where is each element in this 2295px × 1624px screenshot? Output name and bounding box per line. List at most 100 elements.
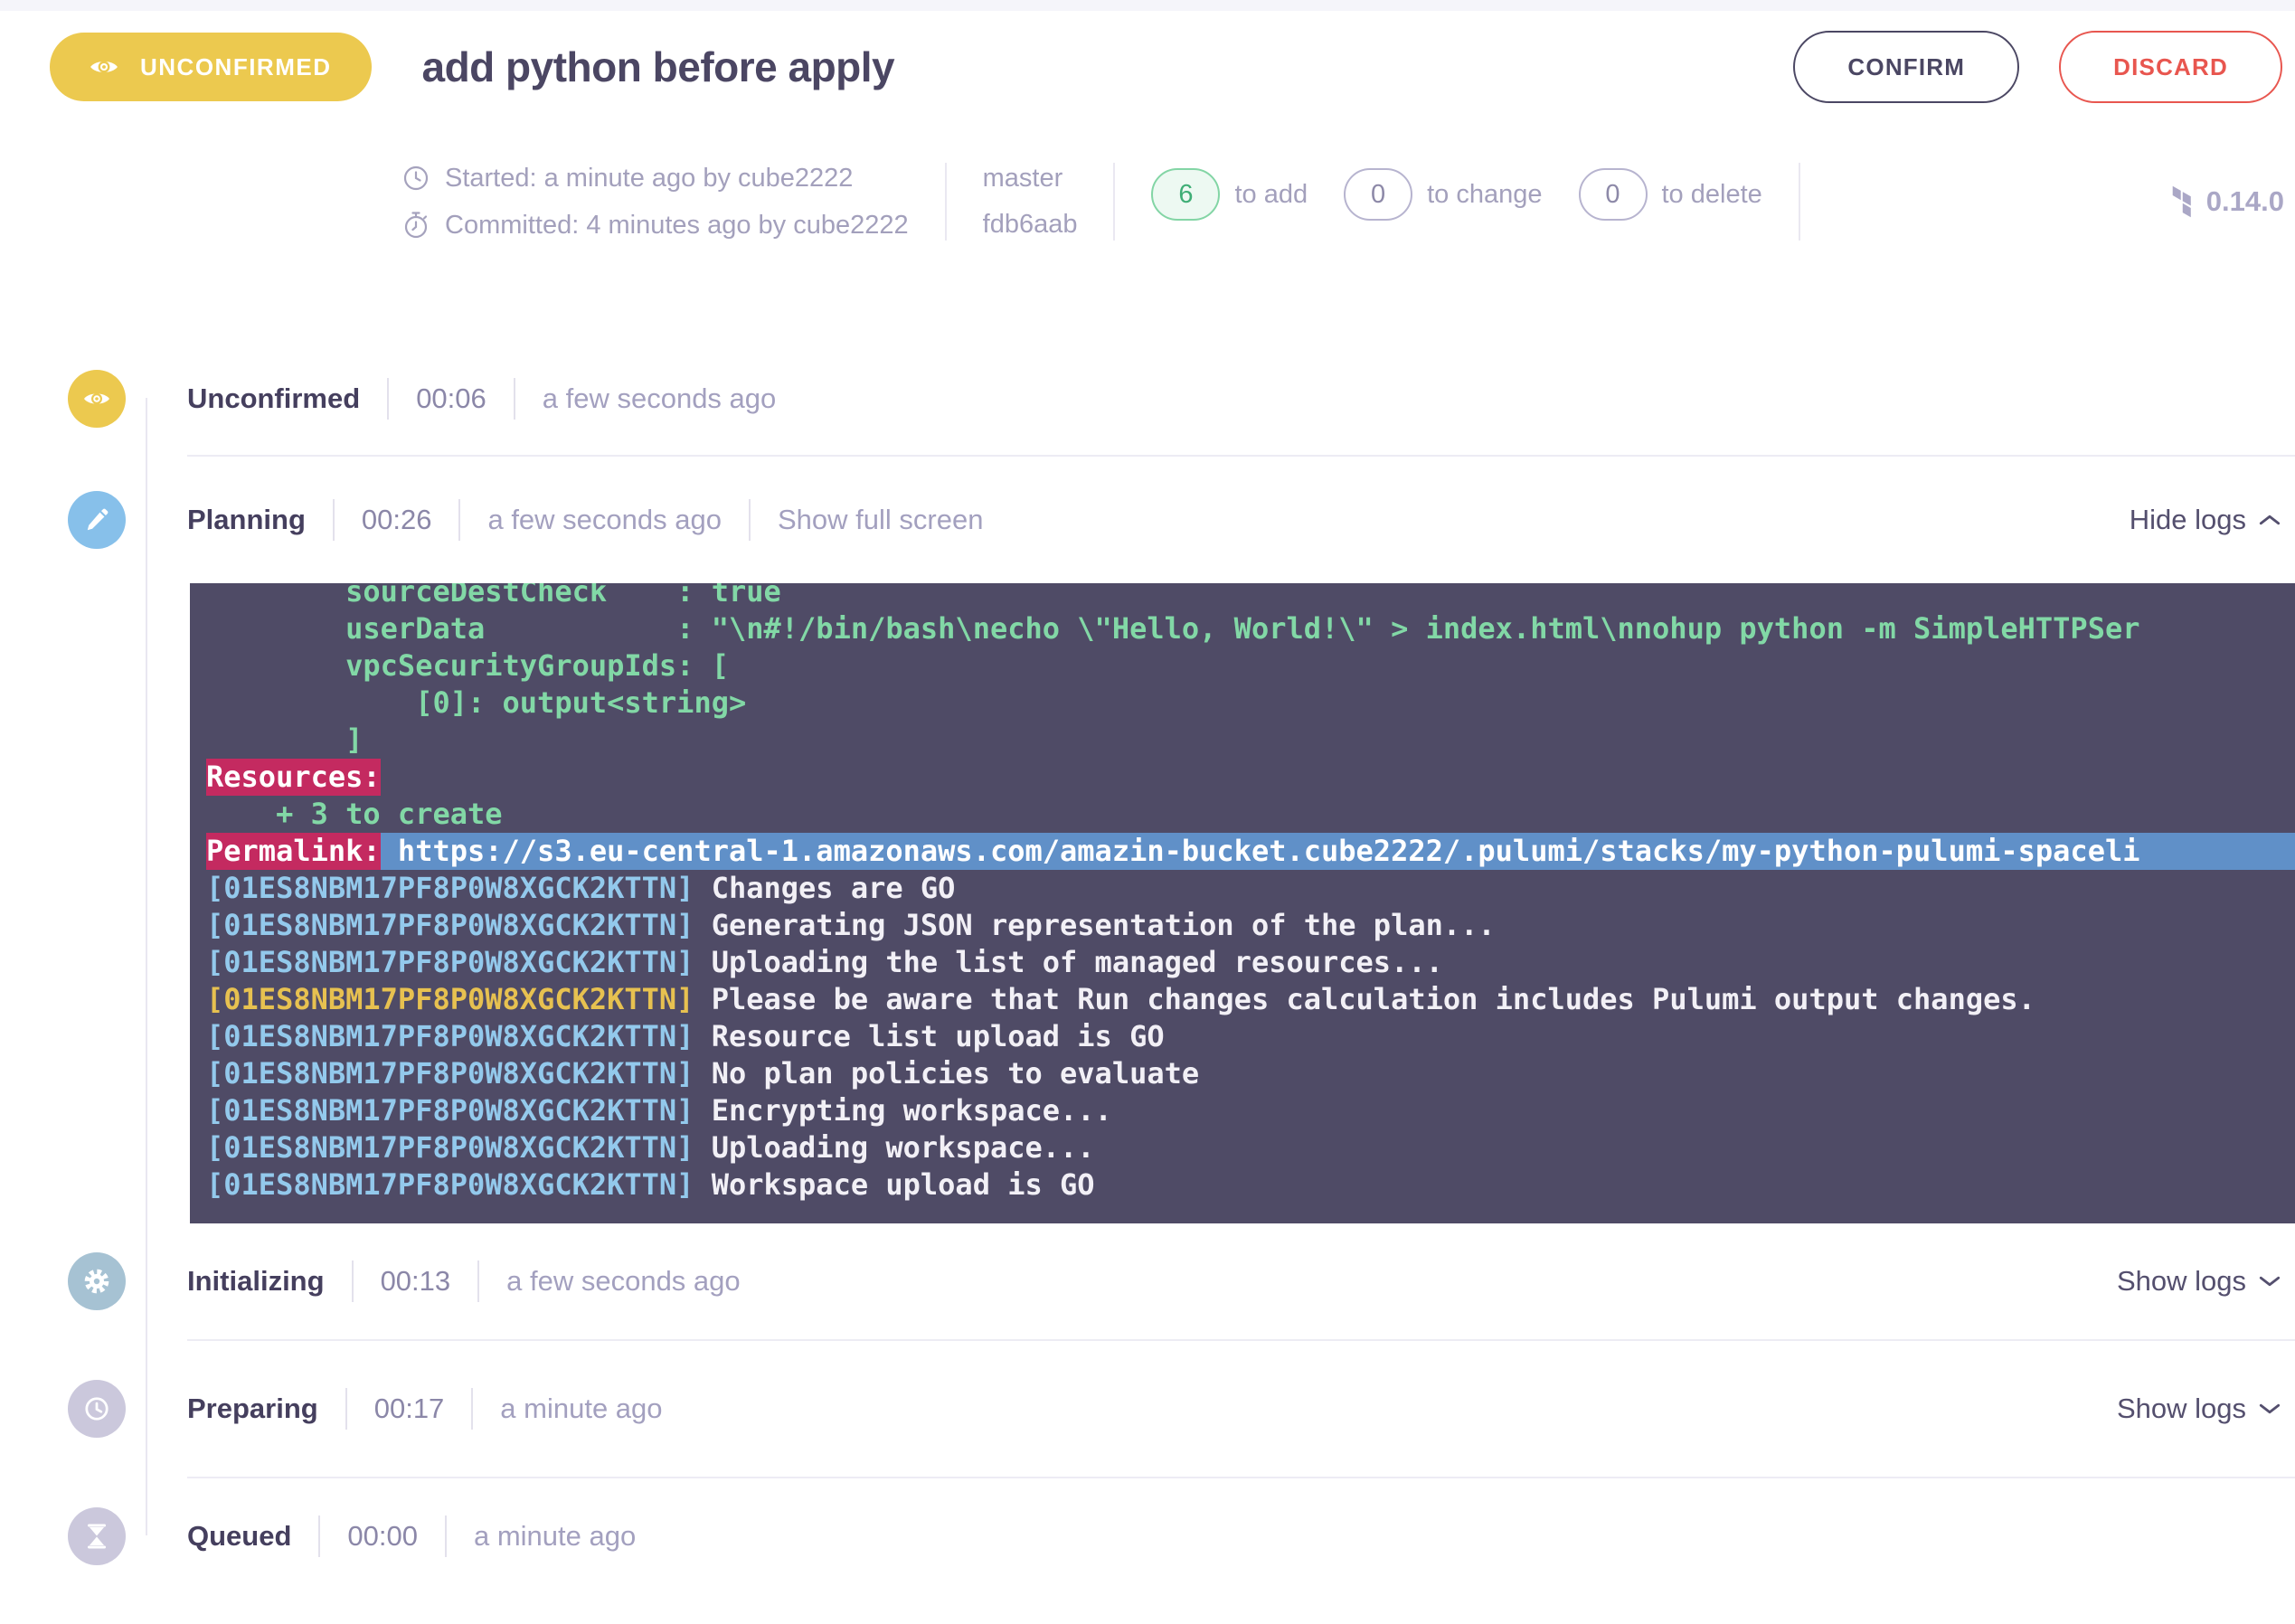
divider xyxy=(471,1388,473,1430)
log-text: Changes are GO xyxy=(694,870,955,907)
show-logs-label: Show logs xyxy=(2117,1265,2246,1298)
log-run-id: [01ES8NBM17PF8P0W8XGCK2KTTN] xyxy=(206,907,694,944)
to-change-count: 0 to change xyxy=(1344,168,1542,221)
stage-duration: 00:06 xyxy=(416,382,486,415)
terraform-version-text: 0.14.0 xyxy=(2206,185,2284,218)
log-line: [01ES8NBM17PF8P0W8XGCK2KTTN] Uploading t… xyxy=(206,944,2295,981)
stage-duration: 00:00 xyxy=(347,1520,418,1553)
eye-icon xyxy=(90,56,118,78)
log-text: sourceDestCheck : true xyxy=(206,583,781,610)
divider xyxy=(1113,163,1115,241)
divider xyxy=(352,1260,354,1302)
log-line: vpcSecurityGroupIds: [ xyxy=(206,647,2295,685)
stage-timestamp: a minute ago xyxy=(500,1393,662,1425)
meta-times: Started: a minute ago by cube2222 Commit… xyxy=(401,163,909,241)
run-meta: Started: a minute ago by cube2222 Commit… xyxy=(401,163,2288,241)
show-logs-toggle[interactable]: Show logs xyxy=(2117,1393,2281,1425)
log-run-id: [01ES8NBM17PF8P0W8XGCK2KTTN] xyxy=(206,944,694,981)
chevron-up-icon xyxy=(2259,514,2281,526)
delete-count-label: to delete xyxy=(1662,180,1762,210)
permalink-link[interactable]: https://s3.eu-central-1.amazonaws.com/am… xyxy=(381,833,2295,870)
chevron-down-icon xyxy=(2259,1402,2281,1415)
log-line: [01ES8NBM17PF8P0W8XGCK2KTTN] Generating … xyxy=(206,907,2295,944)
started-text: Started: a minute ago by cube2222 xyxy=(445,164,853,194)
eye-icon xyxy=(68,370,126,428)
divider xyxy=(749,499,751,541)
chevron-down-icon xyxy=(2259,1275,2281,1288)
committed-text: Committed: 4 minutes ago by cube2222 xyxy=(445,211,909,241)
stage-name: Queued xyxy=(187,1520,291,1553)
hide-logs-toggle[interactable]: Hide logs xyxy=(2130,504,2281,536)
show-full-screen-link[interactable]: Show full screen xyxy=(778,504,983,536)
header-buttons: CONFIRM DISCARD xyxy=(1793,31,2282,103)
branch-name[interactable]: master xyxy=(983,164,1063,194)
stage-duration: 00:26 xyxy=(362,504,432,536)
stage-row-planning: Planning 00:26 a few seconds ago Show fu… xyxy=(50,457,2295,583)
divider xyxy=(387,378,389,420)
stage-timestamp: a few seconds ago xyxy=(543,382,777,415)
log-text: Uploading the list of managed resources.… xyxy=(694,944,1442,981)
confirm-button[interactable]: CONFIRM xyxy=(1793,31,2019,103)
divider xyxy=(333,499,335,541)
divider xyxy=(345,1388,347,1430)
log-line: [0]: output<string> xyxy=(206,685,2295,722)
page-title: add python before apply xyxy=(422,42,1794,91)
log-run-id: [01ES8NBM17PF8P0W8XGCK2KTTN] xyxy=(206,1166,694,1204)
divider xyxy=(477,1260,479,1302)
window-top-strip xyxy=(0,0,2295,11)
log-line: sourceDestCheck : true xyxy=(206,583,2295,610)
log-line: ] xyxy=(206,722,2295,759)
stage-row-initializing: Initializing 00:13 a few seconds ago Sho… xyxy=(50,1223,2295,1339)
log-line: [01ES8NBM17PF8P0W8XGCK2KTTN] Changes are… xyxy=(206,870,2295,907)
stage-timestamp: a few seconds ago xyxy=(506,1265,741,1298)
terminal-log[interactable]: sourceDestCheck : true userData : "\n#!/… xyxy=(190,583,2295,1223)
log-line: Permalink: https://s3.eu-central-1.amazo… xyxy=(206,833,2295,870)
discard-button[interactable]: DISCARD xyxy=(2059,31,2282,103)
log-text: userData : "\n#!/bin/bash\necho \"Hello,… xyxy=(206,610,2139,647)
clock-icon xyxy=(68,1380,126,1438)
stage-name: Initializing xyxy=(187,1265,325,1298)
add-count-label: to add xyxy=(1234,180,1308,210)
log-line: + 3 to create xyxy=(206,796,2295,833)
to-add-count: 6 to add xyxy=(1151,168,1308,221)
to-delete-count: 0 to delete xyxy=(1579,168,1762,221)
log-line: Resources: xyxy=(206,759,2295,796)
log-highlight-label: Permalink: xyxy=(206,833,381,870)
stage-row-preparing: Preparing 00:17 a minute ago Show logs xyxy=(50,1341,2295,1477)
log-run-id: [01ES8NBM17PF8P0W8XGCK2KTTN] xyxy=(206,1018,694,1055)
log-text: Generating JSON representation of the pl… xyxy=(694,907,1495,944)
divider xyxy=(1799,163,1800,241)
stage-duration: 00:17 xyxy=(374,1393,445,1425)
stage-row-unconfirmed: Unconfirmed 00:06 a few seconds ago xyxy=(50,342,2295,455)
log-text: Workspace upload is GO xyxy=(694,1166,1094,1204)
log-text: Resource list upload is GO xyxy=(694,1018,1164,1055)
log-text: + 3 to create xyxy=(206,796,503,833)
log-run-id: [01ES8NBM17PF8P0W8XGCK2KTTN] xyxy=(206,870,694,907)
status-badge-label: UNCONFIRMED xyxy=(140,53,332,81)
stage-name: Planning xyxy=(187,504,306,536)
log-text: Please be aware that Run changes calcula… xyxy=(694,981,2035,1018)
pencil-icon xyxy=(68,491,126,549)
commit-sha[interactable]: fdb6aab xyxy=(983,210,1078,240)
log-run-id: [01ES8NBM17PF8P0W8XGCK2KTTN] xyxy=(206,1055,694,1092)
divider xyxy=(318,1515,320,1557)
log-line: [01ES8NBM17PF8P0W8XGCK2KTTN] Encrypting … xyxy=(206,1092,2295,1129)
hourglass-icon xyxy=(68,1507,126,1565)
change-count-label: to change xyxy=(1427,180,1542,210)
log-line: [01ES8NBM17PF8P0W8XGCK2KTTN] Please be a… xyxy=(206,981,2295,1018)
add-count-pill: 6 xyxy=(1151,168,1220,221)
stage-name: Unconfirmed xyxy=(187,382,360,415)
gear-icon xyxy=(68,1252,126,1310)
change-count-pill: 0 xyxy=(1344,168,1412,221)
log-highlight-label: Resources: xyxy=(206,759,381,796)
log-run-id: [01ES8NBM17PF8P0W8XGCK2KTTN] xyxy=(206,1092,694,1129)
log-text: Uploading workspace... xyxy=(694,1129,1094,1166)
log-run-id: [01ES8NBM17PF8P0W8XGCK2KTTN] xyxy=(206,1129,694,1166)
delete-count-pill: 0 xyxy=(1579,168,1648,221)
stage-timestamp: a minute ago xyxy=(474,1520,636,1553)
log-text: Encrypting workspace... xyxy=(694,1092,1111,1129)
terraform-version: 0.14.0 xyxy=(2168,185,2288,218)
show-logs-toggle[interactable]: Show logs xyxy=(2117,1265,2281,1298)
log-text: No plan policies to evaluate xyxy=(694,1055,1199,1092)
log-line: userData : "\n#!/bin/bash\necho \"Hello,… xyxy=(206,610,2295,647)
